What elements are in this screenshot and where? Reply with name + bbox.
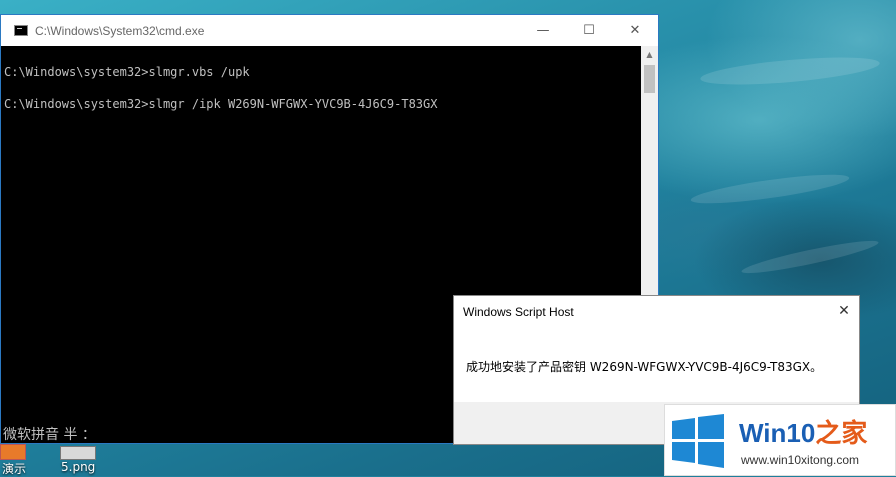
console-icon xyxy=(14,25,28,36)
dialog-close-button[interactable]: ✕ xyxy=(829,296,859,326)
watermark-brand-accent: 之家 xyxy=(815,418,868,448)
watermark-brand-main: Win10 xyxy=(739,418,816,448)
console-line: C:\Windows\system32>slmgr /ipk W269N-WFG… xyxy=(4,97,438,111)
wallpaper-wave xyxy=(689,168,851,210)
wallpaper-wave xyxy=(740,235,880,279)
close-button[interactable]: ✕ xyxy=(612,15,658,46)
window-controls: — ☐ ✕ xyxy=(520,15,658,46)
scroll-up-arrow-icon[interactable]: ▲ xyxy=(641,46,658,63)
desktop-icon-image[interactable] xyxy=(60,446,96,460)
minimize-button[interactable]: — xyxy=(520,15,566,46)
dialog-message: 成功地安装了产品密钥 W269N-WFGWX-YVC9B-4J6C9-T83GX… xyxy=(466,360,823,374)
watermark-url: www.win10xitong.com xyxy=(741,453,860,467)
site-watermark: Win10之家 www.win10xitong.com xyxy=(664,404,896,476)
desktop-icon-label: 演示 xyxy=(2,462,27,476)
maximize-button[interactable]: ☐ xyxy=(566,15,612,46)
ime-status-text: 微软拼音 半 ： xyxy=(3,427,96,443)
scrollbar-thumb[interactable] xyxy=(644,65,655,93)
windows-logo-icon xyxy=(672,414,724,468)
desktop-icon-label: 5.png xyxy=(61,460,96,474)
cmd-window-title: C:\Windows\System32\cmd.exe xyxy=(35,23,205,38)
console-line: C:\Windows\system32>slmgr.vbs /upk xyxy=(4,65,250,79)
wallpaper-wave xyxy=(699,52,881,90)
cmd-titlebar[interactable]: C:\Windows\System32\cmd.exe — ☐ ✕ xyxy=(1,15,658,46)
watermark-brand: Win10之家 xyxy=(739,413,867,450)
dialog-title: Windows Script Host xyxy=(463,305,574,319)
desktop-icon-presentation[interactable] xyxy=(0,444,26,460)
